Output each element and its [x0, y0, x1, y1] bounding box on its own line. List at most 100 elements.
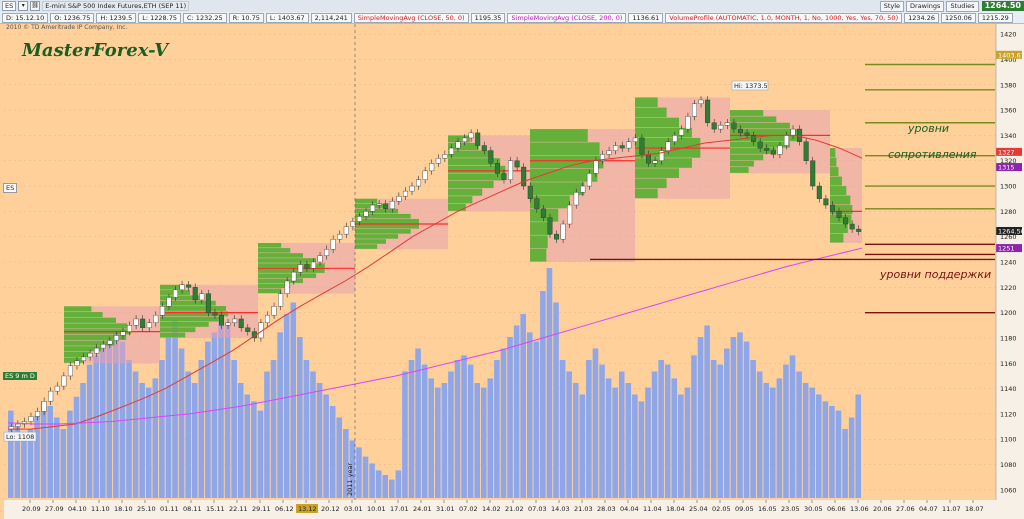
candle-body [586, 173, 592, 187]
time-tick-label: 07.03 [528, 505, 547, 513]
candle-body [448, 147, 454, 155]
price-tick-label: 1200 [1000, 309, 1017, 317]
volume-bar [717, 364, 724, 498]
candle-body [455, 141, 461, 149]
volume-bar [566, 371, 572, 498]
candle-body [278, 293, 284, 307]
candle-body [580, 185, 586, 193]
volume-bar [40, 401, 47, 498]
volume-bar [842, 429, 848, 498]
candle-body [422, 170, 428, 180]
candle-body [442, 154, 448, 159]
candle-body [475, 132, 481, 146]
volume-bar [60, 429, 67, 498]
candle-body [843, 217, 849, 225]
candle-body [573, 192, 579, 206]
volume-bar [369, 463, 375, 498]
time-tick-label: 21.02 [505, 505, 524, 513]
candle-body [383, 203, 389, 210]
volume-bar [441, 383, 448, 498]
volume-profile-histogram-row [355, 224, 419, 229]
volume-profile-histogram-row [160, 284, 182, 290]
volume-bar [546, 268, 553, 498]
volume-bar [257, 410, 264, 498]
volume-bar [323, 394, 329, 498]
volume-profile-histogram-row [830, 195, 851, 205]
candle-body [67, 365, 73, 377]
volume-bar [428, 378, 434, 498]
price-marker-label: 1327 [998, 148, 1015, 156]
candle-body [61, 375, 67, 387]
copyright-text: 2010 © TD Ameritrade IP Company, Inc. [6, 24, 128, 31]
price-tick-label: 1420 [1000, 31, 1017, 39]
candle-body [672, 135, 678, 142]
volume-bar [756, 371, 763, 498]
volume-bar [632, 394, 638, 498]
volume-bar [211, 332, 218, 498]
volume-profile-histogram-row [64, 351, 91, 358]
candle-body [514, 160, 520, 168]
volume-bar [802, 383, 809, 498]
time-tick-label: 03.01 [344, 505, 363, 513]
volume-profile-histogram-row [830, 224, 848, 234]
volume-bar [599, 364, 605, 498]
candle-body [626, 141, 632, 149]
candle-body [468, 132, 474, 139]
candle-body [317, 255, 323, 263]
volume-bar [770, 387, 776, 498]
volume-profile-histogram-row [730, 160, 754, 167]
time-tick-label: 27.09 [45, 505, 64, 513]
time-tick-label: 24.01 [413, 505, 432, 513]
volume-bar [684, 387, 691, 498]
price-marker-label: 1251 [998, 245, 1015, 253]
volume-bar [454, 360, 461, 498]
volume-profile-histogram-row [530, 235, 548, 249]
time-tick-label: 04.07 [919, 505, 938, 513]
candle-body [107, 340, 113, 345]
volume-profile-histogram-row [355, 213, 411, 219]
volume-bar [362, 456, 369, 498]
symbol-selector[interactable]: ES [3, 183, 18, 193]
volume-profile-histogram-row [730, 148, 777, 154]
price-tick-label: 1220 [1000, 284, 1017, 292]
price-chart[interactable]: 1420140013801360134013201300128012601240… [0, 0, 1024, 519]
candle-body [173, 289, 179, 298]
candle-body [751, 135, 757, 142]
year-separator-label: 2011 year [346, 463, 354, 496]
volume-bar [625, 383, 632, 498]
volume-bar [21, 433, 27, 498]
candle-body [790, 128, 796, 136]
volume-bar [93, 355, 99, 498]
time-tick-label: 06.06 [827, 505, 846, 513]
candle-body [324, 249, 330, 256]
volume-bar [270, 360, 277, 498]
candle-body [521, 166, 527, 187]
time-tick-label: 13.12 [298, 505, 317, 513]
candle-body [94, 347, 100, 354]
volume-bar [612, 387, 618, 498]
volume-bar [704, 325, 710, 498]
volume-profile-histogram-row [635, 107, 667, 118]
volume-bar [408, 360, 415, 498]
volume-bar [553, 302, 559, 498]
candle-body [264, 314, 270, 323]
candle-body [705, 99, 711, 123]
candle-body [691, 103, 697, 117]
volume-profile-histogram-row [355, 208, 399, 214]
volume-bar [251, 401, 257, 498]
candle-body [205, 293, 211, 313]
volume-bar [494, 360, 500, 498]
volume-bar [671, 378, 678, 498]
candle-body [35, 411, 41, 417]
volume-bar [435, 387, 441, 498]
price-tick-label: 1360 [1000, 107, 1017, 115]
candle-body [652, 160, 658, 164]
candle-body [343, 226, 349, 235]
candle-body [718, 125, 724, 130]
volume-bar [822, 401, 829, 498]
price-tick-label: 1340 [1000, 132, 1017, 140]
candle-body [356, 216, 362, 222]
volume-profile-histogram-row [64, 340, 115, 346]
volume-bar [34, 415, 40, 498]
volume-bar [218, 314, 224, 498]
